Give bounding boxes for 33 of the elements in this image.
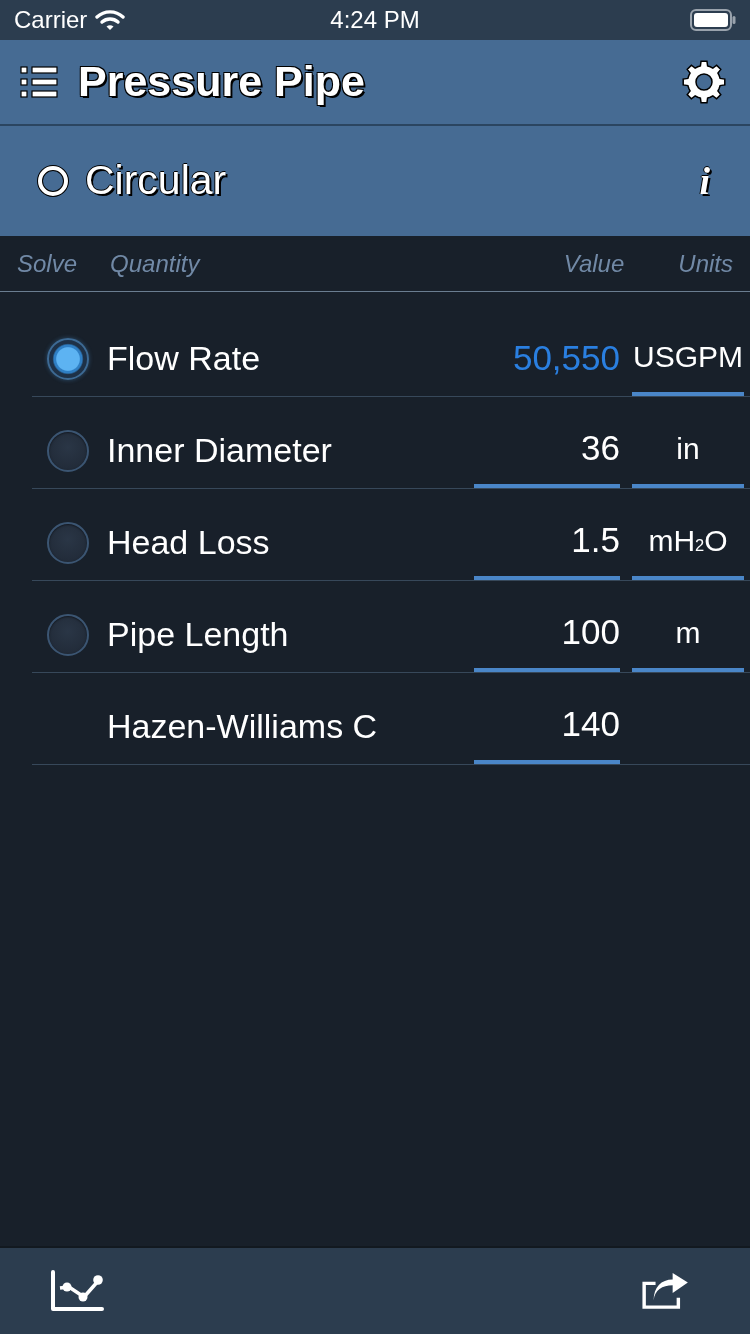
unit-button[interactable]: USGPM [632, 321, 744, 396]
quantity-label: Inner Diameter [107, 430, 333, 471]
line-chart-icon[interactable] [50, 1270, 104, 1312]
value-field[interactable]: 36 [474, 413, 620, 488]
column-heading: Value [563, 248, 625, 279]
battery-icon [690, 9, 736, 31]
column-heading: Quantity [110, 248, 200, 279]
menu-icon[interactable] [20, 66, 58, 98]
result-value: 50,550 [512, 337, 620, 380]
value-field[interactable]: 100 [474, 597, 620, 672]
carrier-name: Carrier [14, 5, 88, 35]
settings-icon[interactable] [682, 60, 726, 104]
quantity-label: Flow Rate [107, 338, 262, 379]
solve-radio[interactable] [47, 521, 89, 564]
share-icon[interactable] [642, 1272, 690, 1310]
unit-button[interactable]: m [632, 597, 744, 672]
unit-button[interactable]: in [632, 413, 744, 488]
quantity-label: Pipe Length [107, 614, 290, 655]
info-button[interactable]: i [695, 162, 714, 200]
quantity-label: Hazen-Williams C [107, 706, 379, 747]
wifi-icon [95, 9, 126, 31]
circle-icon [37, 165, 69, 197]
value-field[interactable]: 140 [474, 689, 620, 764]
app-title: Pressure Pipe [78, 58, 365, 106]
solve-radio[interactable] [47, 429, 89, 472]
shape-label: Circular [85, 158, 227, 204]
status-time: 4:24 PM [330, 6, 420, 33]
solve-radio[interactable] [47, 613, 89, 656]
solve-radio[interactable] [47, 337, 89, 380]
column-heading: Units [678, 248, 733, 279]
quantity-label: Head Loss [107, 522, 271, 563]
value-field[interactable]: 1.5 [474, 505, 620, 580]
column-heading: Solve [17, 248, 78, 279]
